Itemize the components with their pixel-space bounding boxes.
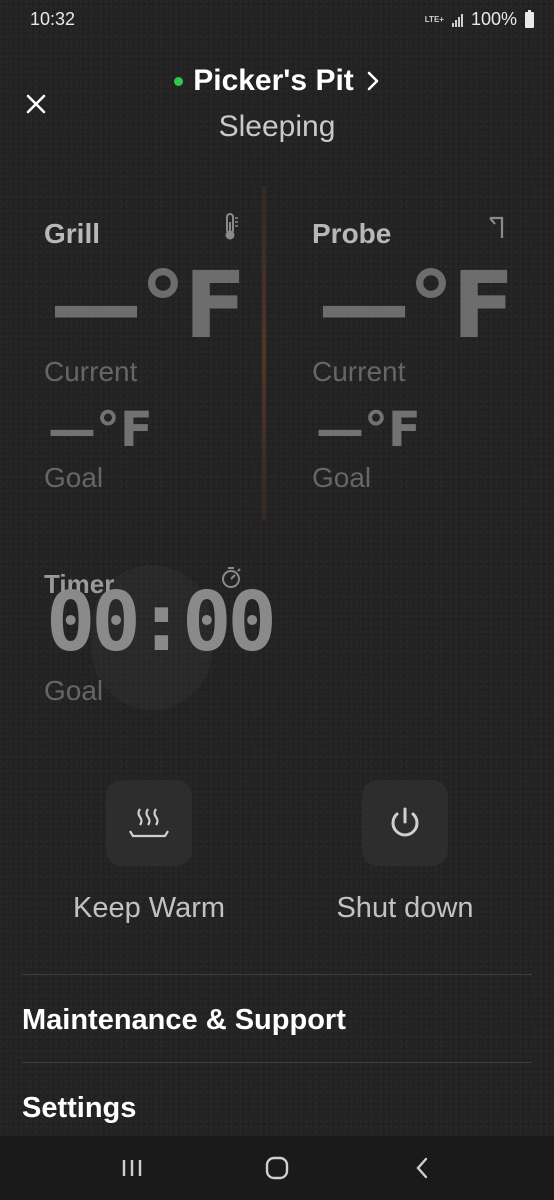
probe-current-label: Current (312, 356, 406, 387)
probe-goal-temp: —°F (316, 402, 421, 458)
system-nav-bar (0, 1136, 554, 1200)
grill-state: Sleeping (218, 110, 336, 143)
probe-icon (489, 216, 504, 238)
keep-warm-icon (129, 808, 169, 838)
power-icon (391, 807, 419, 837)
grill-card[interactable]: Grill —°F Current —°F Goal (22, 200, 262, 520)
home-button[interactable] (247, 1148, 307, 1188)
divider (22, 1062, 532, 1063)
battery-icon (525, 9, 534, 28)
probe-current-temp: —°F (318, 252, 515, 359)
status-indicators: LTE+ 100% (425, 9, 534, 30)
recent-apps-button[interactable] (102, 1148, 162, 1188)
maintenance-support-item[interactable]: Maintenance & Support (22, 1004, 346, 1037)
shut-down-action[interactable]: Shut down (305, 780, 505, 925)
shut-down-button[interactable] (362, 780, 448, 866)
grill-current-temp: —°F (50, 252, 247, 359)
recent-apps-icon (123, 1160, 142, 1176)
probe-label: Probe (312, 218, 392, 249)
grill-goal-label: Goal (44, 462, 104, 493)
settings-item[interactable]: Settings (22, 1092, 136, 1125)
keep-warm-button[interactable] (106, 780, 192, 866)
status-time: 10:32 (30, 9, 76, 29)
thermometer-icon (225, 213, 238, 240)
online-status-dot (174, 76, 184, 86)
back-button[interactable] (392, 1148, 452, 1188)
probe-goal-label: Goal (312, 462, 372, 493)
keep-warm-label: Keep Warm (72, 892, 226, 924)
card-divider (262, 186, 266, 520)
timer-card[interactable]: Timer 00:00 Goal (22, 555, 277, 735)
probe-card[interactable]: Probe —°F Current —°F Goal (290, 200, 530, 520)
grill-name-link[interactable]: Picker's Pit (0, 64, 554, 98)
grill-title: Picker's Pit (193, 64, 354, 97)
shut-down-label: Shut down (336, 892, 474, 924)
status-bar: 10:32 LTE+ 100% (0, 0, 554, 40)
keep-warm-action[interactable]: Keep Warm (49, 780, 249, 925)
battery-percent: 100% (470, 9, 517, 29)
timer-goal-label: Goal (44, 675, 104, 706)
network-type: LTE+ (424, 14, 444, 24)
back-icon (416, 1157, 427, 1179)
home-icon (265, 1156, 289, 1180)
divider (22, 974, 532, 975)
chevron-right-icon (367, 71, 379, 91)
grill-label: Grill (44, 218, 101, 249)
grill-goal-temp: —°F (48, 402, 153, 458)
timer-value: 00:00 (46, 575, 277, 670)
signal-icon (451, 13, 463, 27)
grill-current-label: Current (44, 356, 138, 387)
